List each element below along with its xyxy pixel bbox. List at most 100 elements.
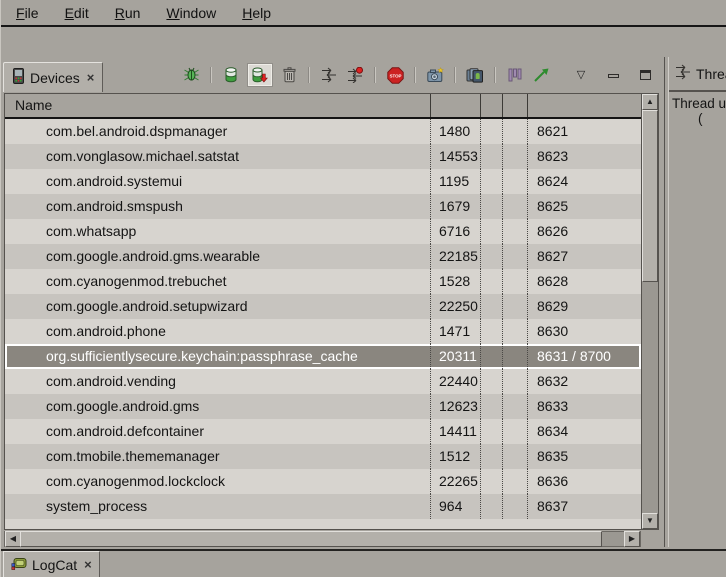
toolbar-separator — [454, 67, 456, 83]
scroll-down-button[interactable]: ▼ — [642, 513, 658, 529]
tab-threads-label[interactable]: Threads — [696, 66, 726, 82]
menu-item[interactable]: Edit — [52, 2, 102, 24]
scroll-right-button[interactable]: ▶ — [624, 531, 640, 547]
process-port: 8630 — [527, 319, 641, 344]
process-name: com.cyanogenmod.trebuchet — [5, 269, 430, 294]
threads-cell — [502, 319, 527, 344]
table-row[interactable]: com.cyanogenmod.trebuchet 1528 8628 — [5, 269, 641, 294]
stop-thread-monitoring-icon[interactable] — [346, 66, 364, 84]
heap-cell — [480, 469, 502, 494]
cause-gc-icon[interactable] — [280, 66, 298, 84]
process-port: 8628 — [527, 269, 641, 294]
table-row[interactable]: com.android.defcontainer 14411 8634 — [5, 419, 641, 444]
dump-hprof-icon[interactable] — [248, 64, 272, 86]
table-row[interactable]: com.whatsapp 6716 8626 — [5, 219, 641, 244]
threads-panel: Threads Thread up ( — [668, 57, 726, 547]
tab-logcat-label: LogCat — [32, 557, 77, 573]
table-row[interactable]: com.vonglasow.michael.satstat 14553 8623 — [5, 144, 641, 169]
process-name: com.android.systemui — [5, 169, 430, 194]
table-row[interactable]: com.android.phone 1471 8630 — [5, 319, 641, 344]
heap-cell — [480, 144, 502, 169]
view-menu-icon[interactable]: ▽ — [572, 66, 590, 84]
vertical-scrollbar[interactable]: ▲ ▼ — [641, 94, 658, 529]
process-port: 8636 — [527, 469, 641, 494]
close-icon[interactable]: × — [82, 557, 92, 572]
logcat-bar: LogCat × — [1, 549, 726, 577]
threads-cell — [502, 194, 527, 219]
process-port: 8629 — [527, 294, 641, 319]
heap-cell — [480, 294, 502, 319]
table-row[interactable]: com.android.vending 22440 8632 — [5, 369, 641, 394]
update-heap-icon[interactable] — [222, 66, 240, 84]
heap-cell — [480, 419, 502, 444]
heap-cell — [480, 194, 502, 219]
horizontal-scroll-thumb[interactable] — [20, 531, 602, 547]
sysinfo-icon[interactable] — [532, 66, 550, 84]
table-row[interactable]: com.cyanogenmod.lockclock 22265 8636 — [5, 469, 641, 494]
menu-item[interactable]: Help — [229, 2, 284, 24]
scroll-up-button[interactable]: ▲ — [642, 94, 658, 110]
table-header: Name — [5, 94, 641, 119]
heap-cell — [480, 244, 502, 269]
toolbar-separator — [308, 67, 310, 83]
process-pid: 1195 — [430, 169, 480, 194]
column-header-port[interactable] — [527, 94, 641, 117]
column-header-pid[interactable] — [430, 94, 480, 117]
menu-bar: File Edit Run Window Help — [1, 0, 726, 25]
hierarchy-view-icon[interactable] — [506, 66, 524, 84]
screen-capture-icon[interactable] — [426, 66, 444, 84]
process-name: com.android.vending — [5, 369, 430, 394]
process-pid: 22265 — [430, 469, 480, 494]
horizontal-scrollbar[interactable]: ◀ ▶ — [4, 531, 641, 547]
process-name: com.bel.android.dspmanager — [5, 119, 430, 144]
column-header-heap[interactable] — [480, 94, 502, 117]
vertical-scroll-thumb[interactable] — [642, 110, 658, 282]
table-row[interactable]: com.android.smspush 1679 8625 — [5, 194, 641, 219]
menu-item[interactable]: Window — [153, 2, 229, 24]
process-port: 8626 — [527, 219, 641, 244]
close-icon[interactable]: × — [85, 70, 95, 85]
process-pid: 1471 — [430, 319, 480, 344]
table-row[interactable]: system_process 964 8637 — [5, 494, 641, 519]
table-body: com.bel.android.dspmanager 1480 8621 com… — [5, 119, 641, 529]
devices-panel: Devices × — [1, 57, 665, 547]
process-pid: 1512 — [430, 444, 480, 469]
table-row[interactable]: com.android.systemui 1195 8624 — [5, 169, 641, 194]
threads-cell — [502, 394, 527, 419]
table-row[interactable]: com.tmobile.thememanager 1512 8635 — [5, 444, 641, 469]
threads-message-line1: Thread up — [672, 96, 726, 111]
process-name: system_process — [5, 494, 430, 519]
table-row[interactable]: com.google.android.gms 12623 8633 — [5, 394, 641, 419]
process-port: 8632 — [527, 369, 641, 394]
update-threads-icon[interactable] — [320, 66, 338, 84]
tab-logcat[interactable]: LogCat × — [3, 551, 100, 577]
threads-message-line2: ( — [698, 111, 726, 126]
tab-devices[interactable]: Devices × — [3, 62, 103, 92]
heap-cell — [480, 394, 502, 419]
threads-cell — [502, 144, 527, 169]
menu-item[interactable]: Run — [102, 2, 154, 24]
debug-attach-icon[interactable] — [182, 66, 200, 84]
process-name: com.cyanogenmod.lockclock — [5, 469, 430, 494]
heap-cell — [480, 219, 502, 244]
maximize-icon[interactable] — [636, 66, 654, 84]
process-name: org.sufficientlysecure.keychain:passphra… — [5, 344, 430, 369]
table-row[interactable]: com.bel.android.dspmanager 1480 8621 — [5, 119, 641, 144]
screen-record-icon[interactable] — [466, 66, 484, 84]
heap-cell — [480, 169, 502, 194]
process-port: 8633 — [527, 394, 641, 419]
table-row[interactable]: org.sufficientlysecure.keychain:passphra… — [5, 344, 641, 369]
threads-cell — [502, 219, 527, 244]
table-row[interactable]: com.google.android.gms.wearable 22185 86… — [5, 244, 641, 269]
process-name: com.google.android.gms.wearable — [5, 244, 430, 269]
heap-cell — [480, 369, 502, 394]
scroll-left-button[interactable]: ◀ — [5, 531, 21, 547]
stop-process-icon[interactable]: STOP — [386, 66, 404, 84]
menu-item[interactable]: File — [3, 2, 52, 24]
minimize-icon[interactable] — [604, 66, 622, 84]
process-pid: 1679 — [430, 194, 480, 219]
process-port: 8621 — [527, 119, 641, 144]
column-header-name[interactable]: Name — [5, 94, 430, 117]
column-header-threads[interactable] — [502, 94, 527, 117]
table-row[interactable]: com.google.android.setupwizard 22250 862… — [5, 294, 641, 319]
